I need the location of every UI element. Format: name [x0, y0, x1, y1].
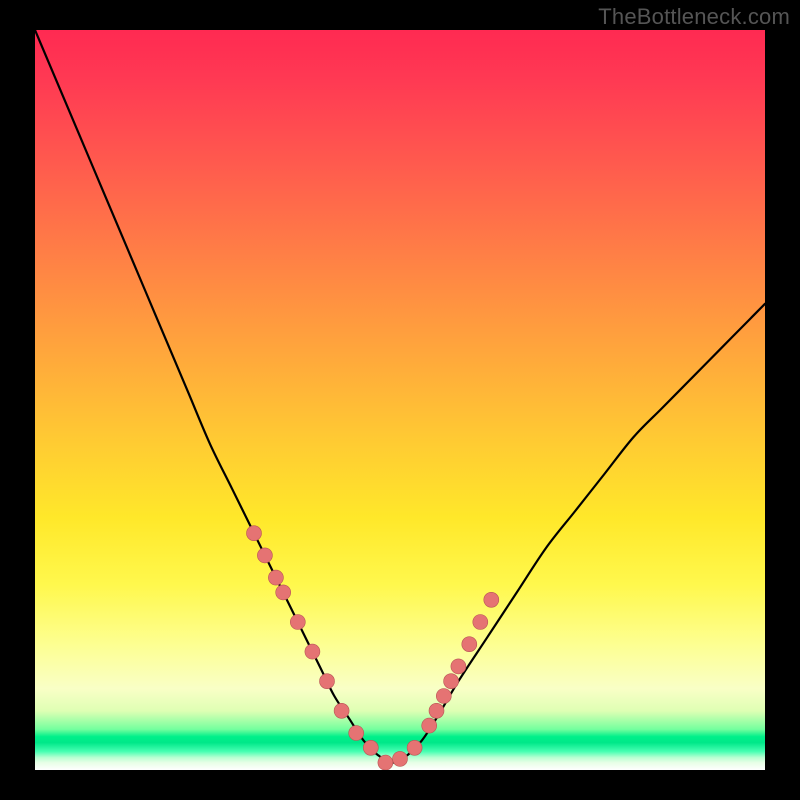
marker-point: [247, 526, 262, 541]
marker-point: [378, 755, 393, 770]
chart-frame: TheBottleneck.com: [0, 0, 800, 800]
marker-point: [363, 740, 378, 755]
marker-point: [451, 659, 466, 674]
marker-point: [334, 703, 349, 718]
marker-point: [257, 548, 272, 563]
marker-point: [320, 674, 335, 689]
marker-point: [393, 751, 408, 766]
marker-group: [247, 526, 499, 770]
marker-point: [422, 718, 437, 733]
bottleneck-curve: [35, 30, 765, 763]
marker-point: [290, 615, 305, 630]
marker-point: [462, 637, 477, 652]
chart-svg: [35, 30, 765, 770]
marker-point: [349, 726, 364, 741]
marker-point: [429, 703, 444, 718]
marker-point: [444, 674, 459, 689]
marker-point: [473, 615, 488, 630]
marker-point: [407, 740, 422, 755]
marker-point: [305, 644, 320, 659]
watermark-text: TheBottleneck.com: [598, 4, 790, 30]
marker-point: [276, 585, 291, 600]
marker-point: [436, 689, 451, 704]
marker-point: [484, 592, 499, 607]
marker-point: [268, 570, 283, 585]
